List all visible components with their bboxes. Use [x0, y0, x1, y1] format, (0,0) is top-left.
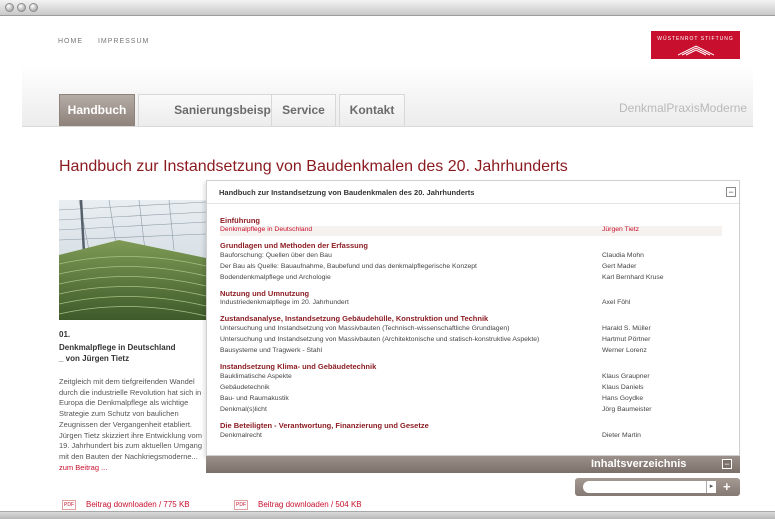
- toc-header-divider: [207, 203, 739, 204]
- download-label-1: Beitrag downloaden / 775 KB: [86, 500, 190, 510]
- toc-section-title: Nutzung und Umnutzung: [220, 289, 310, 298]
- toc-entry[interactable]: Bodendenkmalpflege und Archologie Karl Be…: [220, 274, 722, 284]
- toc-entry-author: Jörg Baumeister: [602, 406, 652, 413]
- pdf-icon: PDF: [234, 500, 248, 510]
- toc-entry-author: Karl Bernhard Kruse: [602, 274, 664, 281]
- toc-entry[interactable]: Untersuchung und Instandsetzung von Mass…: [220, 325, 722, 335]
- search-bar: ▸ +: [575, 478, 740, 496]
- toc-entry-title: Denkmalrecht: [220, 432, 262, 439]
- toc-entry-title: Bau- und Raumakustik: [220, 395, 289, 402]
- download-label-2: Beitrag downloaden / 504 KB: [258, 500, 362, 510]
- toc-entry-author: Jürgen Tietz: [602, 226, 640, 233]
- download-link-1[interactable]: PDF Beitrag downloaden / 775 KB: [62, 500, 190, 510]
- window-frame-left: [0, 16, 22, 519]
- page-title: Handbuch zur Instandsetzung von Baudenkm…: [59, 158, 568, 175]
- article-title: Denkmalpflege in Deutschland _ von Jürge…: [59, 342, 209, 364]
- nav-impressum-link[interactable]: IMPRESSUM: [98, 38, 149, 45]
- pdf-icon: PDF: [62, 500, 76, 510]
- toc-entry-title: Untersuchung und Instandsetzung von Mass…: [220, 325, 510, 332]
- article-title-line1: Denkmalpflege in Deutschland: [59, 343, 176, 352]
- tab-service[interactable]: Service: [271, 94, 336, 126]
- toc-section-title: Grundlagen und Methoden der Erfassung: [220, 241, 368, 250]
- toc-entry-title: Bauforschung: Quellen über den Bau: [220, 252, 332, 259]
- toc-entry-title: Industriedenkmalpflege im 20. Jahrhunder…: [220, 299, 349, 306]
- toc-section-title: Zustandsanalyse, Instandsetzung Gebäudeh…: [220, 314, 489, 323]
- toc-entry[interactable]: Industriedenkmalpflege im 20. Jahrhunder…: [220, 299, 722, 309]
- search-input[interactable]: [583, 481, 711, 493]
- toc-entry-author: Harald S. Müller: [602, 325, 651, 332]
- toc-entry-title: Der Bau als Quelle: Bauaufnahme, Baubefu…: [220, 263, 477, 270]
- toc-entry-author: Klaus Graupner: [602, 373, 650, 380]
- toc-entry[interactable]: Denkmalrecht Dieter Martin: [220, 432, 722, 442]
- toc-entry[interactable]: Bauklimatische Aspekte Klaus Graupner: [220, 373, 722, 383]
- toc-section-title: Instandsetzung Klima- und Gebäudetechnik: [220, 362, 377, 371]
- toc-entry[interactable]: Gebäudetechnik Klaus Daniels: [220, 384, 722, 394]
- toc-collapse-button[interactable]: −: [726, 187, 736, 197]
- toc-entry-title: Denkmalpflege in Deutschland: [220, 226, 313, 233]
- download-link-2[interactable]: PDF Beitrag downloaden / 504 KB: [234, 500, 362, 510]
- header-divider: [22, 126, 753, 127]
- toc-bar-label: Inhaltsverzeichnis: [591, 458, 687, 470]
- toc-entry-author: Axel Föhl: [602, 299, 631, 306]
- window-zoom-icon[interactable]: [29, 3, 38, 12]
- top-nav: HOME IMPRESSUM: [58, 38, 161, 45]
- toc-panel: Handbuch zur Instandsetzung von Baudenkm…: [206, 180, 740, 456]
- toc-entry-author: Claudia Mohn: [602, 252, 644, 259]
- wuestenrot-logo[interactable]: WÜSTENROT STIFTUNG: [651, 31, 740, 59]
- toc-bar-collapse-button[interactable]: −: [722, 459, 732, 469]
- nav-home-link[interactable]: HOME: [58, 38, 83, 45]
- toc-entry-author: Werner Lorenz: [602, 347, 647, 354]
- tab-kontakt[interactable]: Kontakt: [339, 94, 405, 126]
- article-title-line2: _ von Jürgen Tietz: [59, 354, 130, 363]
- toc-entry-author: Dieter Martin: [602, 432, 641, 439]
- toc-entry[interactable]: Bauforschung: Quellen über den Bau Claudi…: [220, 252, 722, 262]
- toc-entry[interactable]: Denkmal(s)licht Jörg Baumeister: [220, 406, 722, 416]
- search-go-button[interactable]: ▸: [706, 481, 716, 493]
- toc-section-title: Einführung: [220, 216, 260, 225]
- window-close-icon[interactable]: [5, 3, 14, 12]
- logo-roof-icon: [678, 45, 714, 56]
- stadium-photo: [59, 200, 206, 320]
- toc-section-title: Die Beteiligten - Verantwortung, Finanzi…: [220, 421, 429, 430]
- window-minimize-icon[interactable]: [17, 3, 26, 12]
- toc-entry-author: Hartmut Pörtner: [602, 336, 651, 343]
- toc-entry-author: Gert Mader: [602, 263, 637, 270]
- toc-entry[interactable]: Untersuchung und Instandsetzung von Mass…: [220, 336, 722, 346]
- toc-entry-author: Klaus Daniels: [602, 384, 644, 391]
- logo-text: WÜSTENROT STIFTUNG: [657, 36, 734, 42]
- article-more-link[interactable]: zum Beitrag ...: [59, 463, 107, 472]
- toc-entry[interactable]: Der Bau als Quelle: Bauaufnahme, Baubefu…: [220, 263, 722, 273]
- search-add-button[interactable]: +: [723, 479, 731, 494]
- tab-handbuch[interactable]: Handbuch: [59, 94, 135, 126]
- window-titlebar: [0, 0, 775, 16]
- window-bottom-bar: [0, 511, 775, 519]
- article-teaser: Zeitgleich mit dem tiefgreifenden Wandel…: [59, 377, 209, 473]
- toc-entry-title: Denkmal(s)licht: [220, 406, 267, 413]
- toc-entry-title: Gebäudetechnik: [220, 384, 270, 391]
- toc-entry[interactable]: Bausysteme und Tragwerk - Stahl Werner Lo…: [220, 347, 722, 357]
- toc-entry[interactable]: Bau- und Raumakustik Hans Goydke: [220, 395, 722, 405]
- toc-entry-title: Bausysteme und Tragwerk - Stahl: [220, 347, 322, 354]
- toc-entry-author: Hans Goydke: [602, 395, 644, 402]
- toc-entry-title: Bodendenkmalpflege und Archologie: [220, 274, 331, 281]
- article-number: 01.: [59, 330, 71, 339]
- toc-entry-title: Bauklimatische Aspekte: [220, 373, 292, 380]
- article-teaser-text: Zeitgleich mit dem tiefgreifenden Wandel…: [59, 377, 202, 461]
- brand-wordmark: DenkmalPraxisModerne: [619, 101, 748, 115]
- window-frame-right: [753, 16, 775, 519]
- toc-header: Handbuch zur Instandsetzung von Baudenkm…: [219, 188, 475, 197]
- toc-entry-title: Untersuchung und Instandsetzung von Mass…: [220, 336, 540, 343]
- toc-entry[interactable]: Denkmalpflege in Deutschland Jürgen Tietz: [220, 226, 722, 236]
- toc-toggle-bar[interactable]: Inhaltsverzeichnis −: [206, 456, 740, 473]
